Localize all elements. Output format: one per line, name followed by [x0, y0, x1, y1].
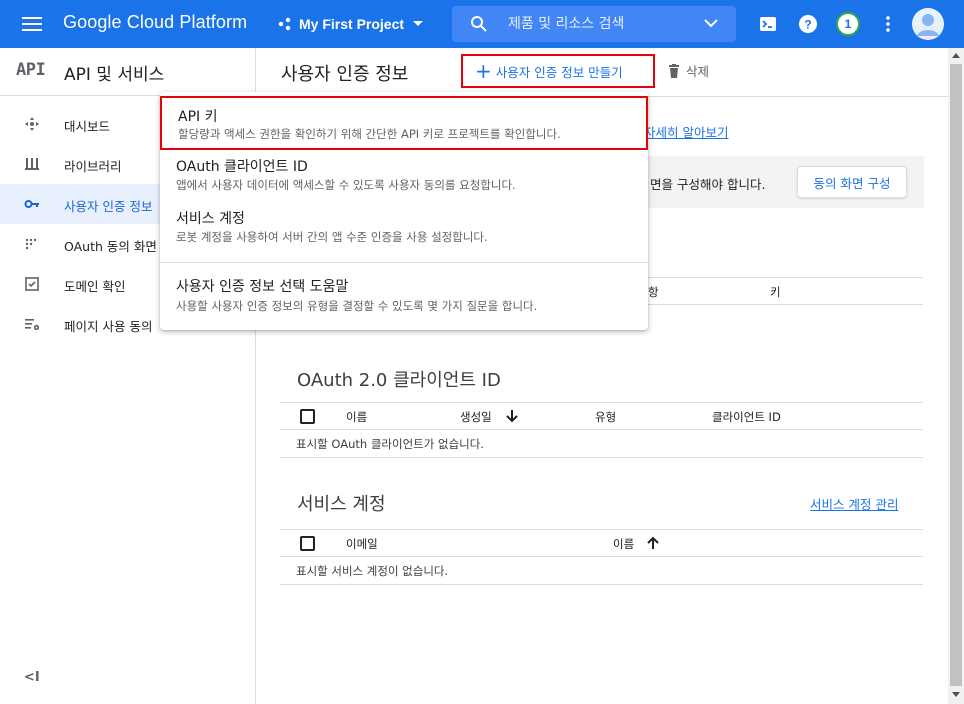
menu-item-oauth-client-id[interactable]: OAuth 클라이언트 ID 앱에서 사용자 데이터에 액세스할 수 있도록 사…	[160, 154, 648, 198]
sidebar-item-label: 대시보드	[64, 119, 111, 134]
plus-icon: +	[475, 59, 492, 83]
delete-label: 삭제	[686, 64, 710, 79]
menu-item-title: OAuth 클라이언트 ID	[176, 159, 308, 175]
svg-text:?: ?	[804, 18, 811, 32]
page-header: 사용자 인증 정보 + 사용자 인증 정보 만들기 삭제	[256, 48, 948, 97]
dashboard-icon	[25, 117, 39, 131]
create-credentials-button[interactable]: + 사용자 인증 정보 만들기	[461, 54, 655, 88]
service-accounts-table: 이메일 이름 표시할 서비스 계정이 없습니다.	[280, 529, 923, 585]
oauth-table: 이름 생성일 유형 클라이언트 ID 표시할 OAuth 클라이언트가 없습니다…	[280, 402, 923, 458]
help-icon[interactable]: ?	[796, 12, 820, 36]
create-credentials-label: 사용자 인증 정보 만들기	[495, 64, 623, 80]
scroll-up-arrow-icon[interactable]	[952, 53, 960, 58]
chevron-down-icon	[413, 21, 424, 26]
sidebar-item-label: 라이브러리	[64, 159, 122, 174]
vertical-scrollbar[interactable]	[948, 48, 964, 704]
column-header-name: 이름	[346, 410, 368, 424]
sidebar-header: API API 및 서비스	[0, 48, 255, 96]
brand-title[interactable]: Google Cloud Platform	[63, 12, 247, 33]
select-all-checkbox[interactable]	[300, 409, 315, 424]
menu-item-api-key[interactable]: API 키 할당량과 액세스 권한을 확인하기 위해 간단한 API 키로 프로…	[160, 96, 648, 150]
cloud-shell-icon[interactable]	[756, 12, 780, 36]
consent-banner-text: 면을 구성해야 합니다.	[650, 177, 766, 192]
empty-message: 표시할 서비스 계정이 없습니다.	[296, 564, 449, 578]
learn-more-link[interactable]: 자세히 알아보기	[644, 122, 728, 141]
menu-item-description: 로봇 계정을 사용하여 서버 간의 앱 수준 인증을 사용 설정합니다.	[176, 230, 488, 244]
manage-service-accounts-link[interactable]: 서비스 계정 관리	[810, 494, 898, 513]
menu-item-title: 서비스 계정	[176, 211, 245, 227]
menu-item-description: 사용할 사용자 인증 정보의 유형을 결정할 수 있도록 몇 가지 질문을 합니…	[176, 299, 538, 313]
search-input[interactable]	[508, 10, 688, 38]
oauth-section-title: OAuth 2.0 클라이언트 ID	[297, 370, 501, 391]
empty-row: 표시할 OAuth 클라이언트가 없습니다.	[280, 430, 923, 458]
column-header-created[interactable]: 생성일	[460, 409, 492, 425]
sort-arrow-up-icon[interactable]	[647, 536, 659, 550]
table-header: 이메일 이름	[280, 529, 923, 557]
menu-divider	[160, 262, 648, 263]
project-name: My First Project	[299, 16, 405, 32]
column-header-client-id: 클라이언트 ID	[712, 410, 781, 424]
sidebar-item-label: 사용자 인증 정보	[64, 199, 153, 214]
project-selector[interactable]: My First Project	[277, 12, 424, 36]
search-icon	[471, 16, 487, 32]
search-expand-chevron-icon[interactable]	[704, 19, 718, 29]
create-credentials-menu: API 키 할당량과 액세스 권한을 확인하기 위해 간단한 API 키로 프로…	[160, 92, 648, 330]
api-logo: API	[16, 60, 46, 80]
delete-button[interactable]: 삭제	[668, 61, 709, 80]
hamburger-menu-icon[interactable]	[20, 12, 44, 36]
page-settings-icon	[25, 319, 40, 331]
empty-message: 표시할 OAuth 클라이언트가 없습니다.	[296, 437, 484, 451]
menu-item-title: API 키	[178, 109, 218, 125]
sidebar-item-label: OAuth 동의 화면	[64, 239, 157, 254]
menu-item-help-me-choose[interactable]: 사용자 인증 정보 선택 도움말 사용할 사용자 인증 정보의 유형을 결정할 …	[160, 276, 648, 320]
consent-banner: 면을 구성해야 합니다. 동의 화면 구성	[632, 156, 924, 208]
sort-arrow-down-icon[interactable]	[506, 409, 518, 423]
column-header-key: 키	[770, 285, 781, 299]
notification-badge[interactable]: 1	[836, 12, 860, 36]
column-header-name[interactable]: 이름	[613, 536, 634, 552]
scroll-thumb[interactable]	[950, 64, 962, 686]
column-header-email: 이메일	[346, 537, 378, 551]
search-bar[interactable]	[452, 6, 736, 42]
sidebar-item-label: 도메인 확인	[64, 279, 126, 294]
more-vert-icon[interactable]	[876, 12, 900, 36]
column-header-type: 유형	[595, 410, 617, 424]
configure-consent-button[interactable]: 동의 화면 구성	[797, 166, 907, 198]
column-header-name: 항	[648, 285, 659, 299]
top-app-bar: Google Cloud Platform My First Project ?…	[0, 0, 964, 48]
menu-item-description: 앱에서 사용자 데이터에 액세스할 수 있도록 사용자 동의를 요청합니다.	[176, 178, 516, 192]
table-header: 이름 생성일 유형 클라이언트 ID	[280, 402, 923, 430]
scroll-down-arrow-icon[interactable]	[952, 692, 960, 697]
library-icon	[25, 158, 39, 170]
consent-icon	[25, 238, 37, 250]
project-dots-icon	[278, 17, 291, 31]
service-accounts-section-title: 서비스 계정	[297, 494, 386, 515]
sidebar-item-label: 페이지 사용 동의	[64, 319, 153, 334]
empty-row: 표시할 서비스 계정이 없습니다.	[280, 557, 923, 585]
menu-item-title: 사용자 인증 정보 선택 도움말	[176, 279, 349, 295]
select-all-checkbox[interactable]	[300, 536, 315, 551]
menu-item-description: 할당량과 액세스 권한을 확인하기 위해 간단한 API 키로 프로젝트를 확인…	[178, 127, 561, 141]
collapse-sidebar-button[interactable]: <I	[24, 670, 40, 685]
domain-check-icon	[25, 277, 39, 291]
key-icon	[24, 200, 39, 208]
menu-item-service-account[interactable]: 서비스 계정 로봇 계정을 사용하여 서버 간의 앱 수준 인증을 사용 설정합…	[160, 206, 648, 250]
sidebar-title: API 및 서비스	[64, 65, 165, 85]
user-avatar[interactable]	[912, 8, 944, 40]
page-title: 사용자 인증 정보	[281, 64, 409, 85]
trash-icon	[669, 63, 679, 78]
